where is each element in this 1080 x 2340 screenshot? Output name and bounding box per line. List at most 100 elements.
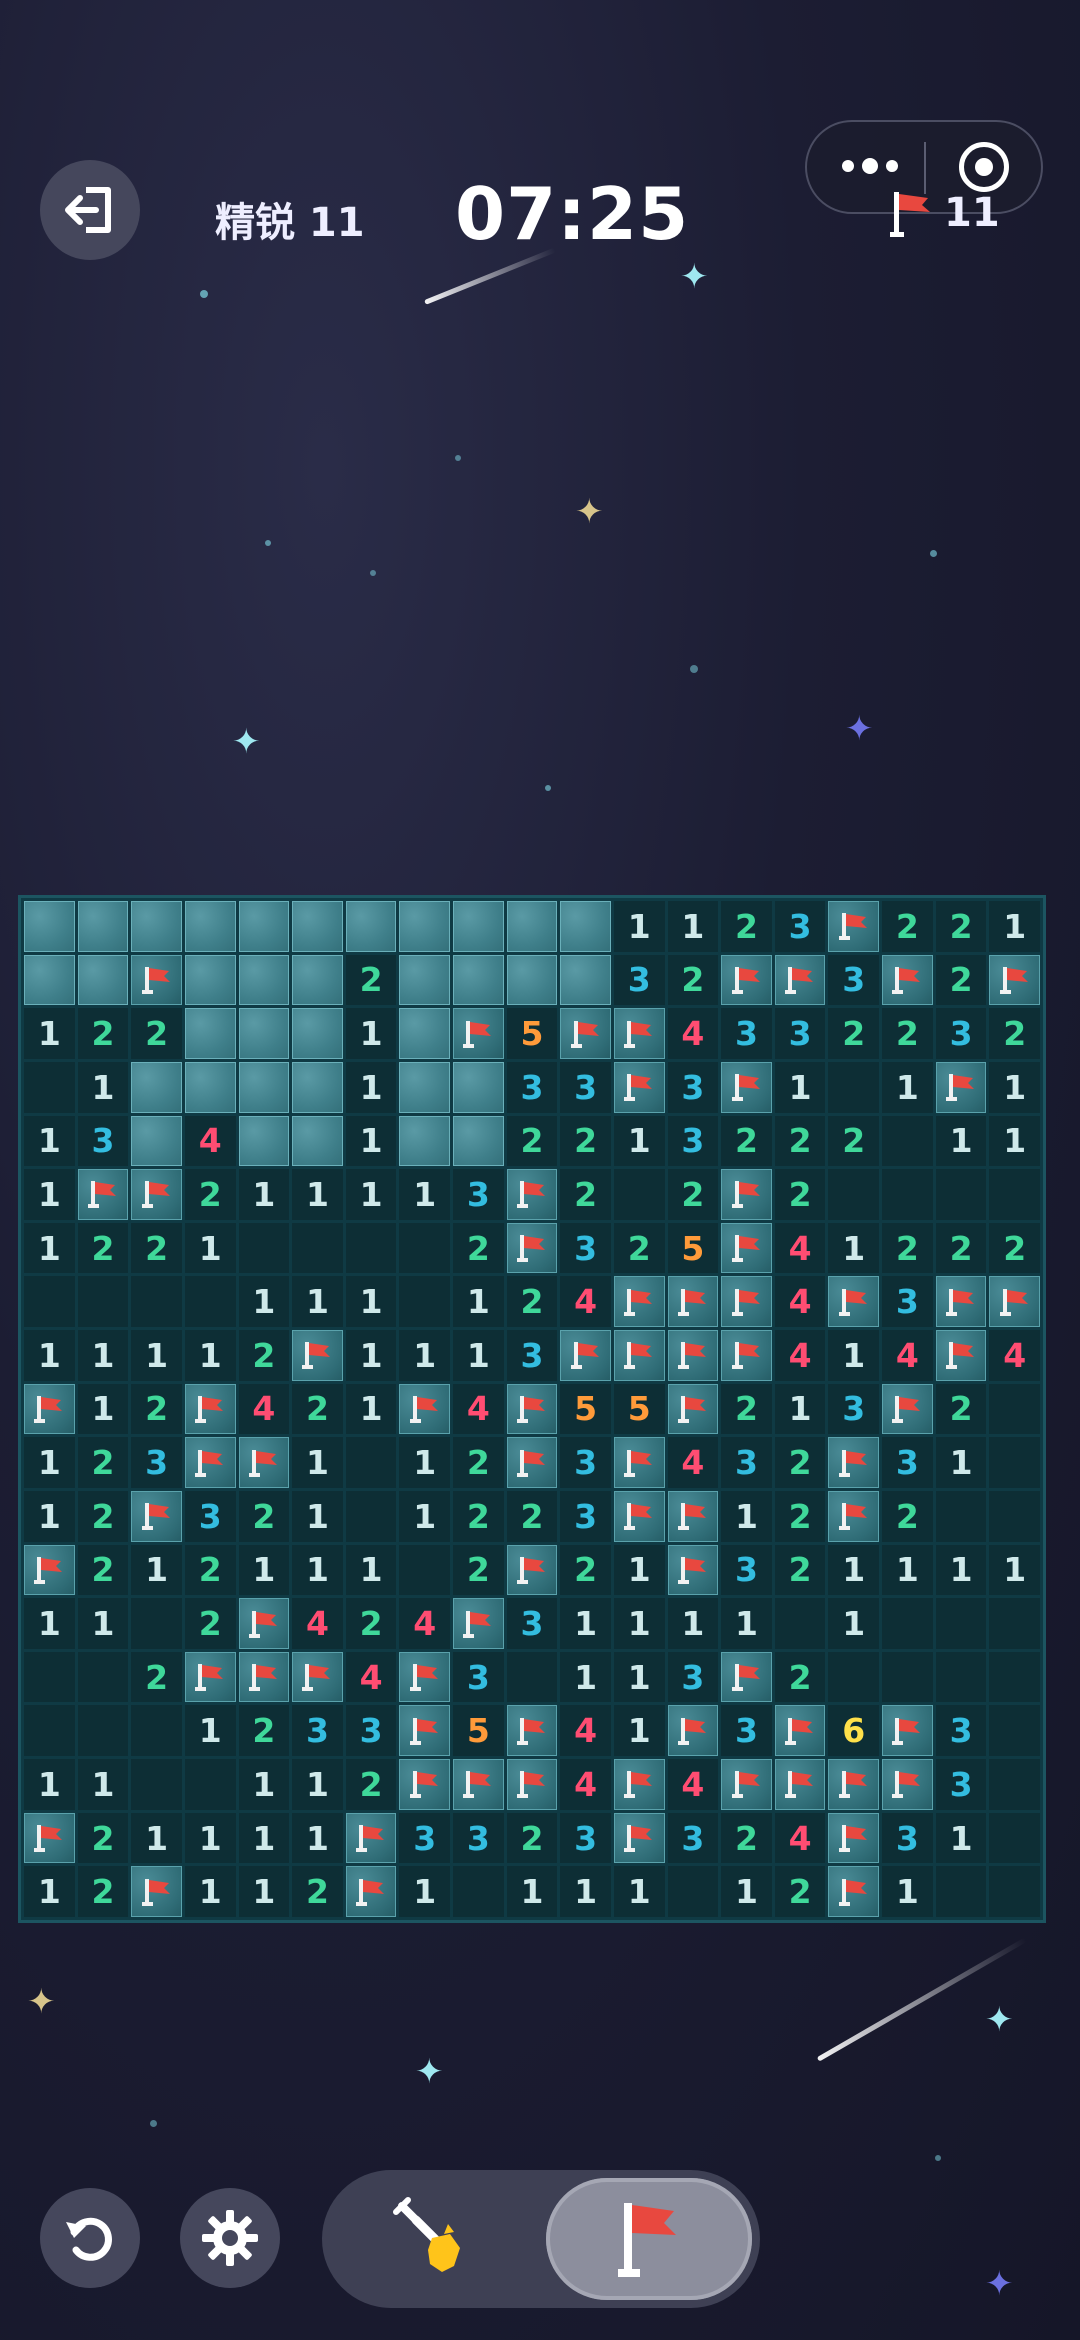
cell-number[interactable]: 2	[882, 901, 933, 952]
cell-empty[interactable]	[828, 1651, 880, 1703]
cell-number[interactable]: 2	[613, 1222, 665, 1274]
cell-number[interactable]: 1	[24, 1115, 75, 1167]
cell-flagged[interactable]	[453, 1759, 504, 1810]
cell-number[interactable]: 3	[774, 901, 826, 952]
cell-number[interactable]: 1	[828, 1598, 880, 1649]
cell-number[interactable]: 3	[560, 1061, 611, 1113]
cell-unrevealed[interactable]	[131, 901, 182, 952]
cell-number[interactable]: 4	[774, 1222, 826, 1274]
cell-flagged[interactable]	[935, 1061, 987, 1113]
cell-number[interactable]: 4	[667, 1759, 719, 1810]
cell-flagged[interactable]	[721, 954, 772, 1006]
cell-number[interactable]: 1	[77, 1598, 129, 1649]
cell-number[interactable]: 2	[238, 1490, 290, 1542]
cell-unrevealed[interactable]	[560, 954, 611, 1006]
cell-flagged[interactable]	[77, 1169, 129, 1220]
cell-number[interactable]: 3	[667, 1651, 719, 1703]
cell-number[interactable]: 1	[774, 1383, 826, 1435]
cell-flagged[interactable]	[667, 1705, 719, 1757]
cell-unrevealed[interactable]	[131, 1061, 182, 1113]
cell-flagged[interactable]	[184, 1383, 236, 1435]
cell-number[interactable]: 1	[184, 1705, 236, 1757]
cell-number[interactable]: 4	[667, 1008, 719, 1059]
cell-flagged[interactable]	[721, 1276, 772, 1328]
cell-unrevealed[interactable]	[399, 1061, 451, 1113]
cell-number[interactable]: 3	[292, 1705, 343, 1757]
cell-empty[interactable]	[506, 1651, 558, 1703]
cell-number[interactable]: 2	[238, 1705, 290, 1757]
cell-empty[interactable]	[935, 1169, 987, 1220]
cell-number[interactable]: 2	[292, 1866, 343, 1917]
cell-flagged[interactable]	[828, 1276, 880, 1328]
cell-number[interactable]: 1	[24, 1169, 75, 1220]
cell-flagged[interactable]	[721, 1169, 772, 1220]
cell-number[interactable]: 4	[560, 1276, 611, 1328]
cell-number[interactable]: 1	[292, 1169, 343, 1220]
cell-empty[interactable]	[24, 1276, 75, 1328]
cell-flagged[interactable]	[613, 1276, 665, 1328]
cell-number[interactable]: 1	[131, 1330, 182, 1381]
cell-number[interactable]: 1	[24, 1437, 75, 1488]
cell-number[interactable]: 1	[77, 1061, 129, 1113]
cell-flagged[interactable]	[989, 1276, 1040, 1328]
cell-number[interactable]: 3	[453, 1169, 504, 1220]
cell-flagged[interactable]	[453, 1598, 504, 1649]
cell-flagged[interactable]	[506, 1437, 558, 1488]
cell-flagged[interactable]	[131, 1169, 182, 1220]
cell-empty[interactable]	[828, 1061, 880, 1113]
cell-empty[interactable]	[989, 1169, 1040, 1220]
cell-flagged[interactable]	[828, 1812, 880, 1864]
cell-flagged[interactable]	[292, 1651, 343, 1703]
cell-unrevealed[interactable]	[292, 1008, 343, 1059]
cell-number[interactable]: 1	[399, 1490, 451, 1542]
cell-number[interactable]: 2	[935, 1222, 987, 1274]
cell-flagged[interactable]	[721, 1759, 772, 1810]
cell-number[interactable]: 1	[292, 1437, 343, 1488]
cell-empty[interactable]	[24, 1061, 75, 1113]
cell-number[interactable]: 5	[560, 1383, 611, 1435]
cell-number[interactable]: 2	[721, 1383, 772, 1435]
cell-number[interactable]: 3	[774, 1008, 826, 1059]
cell-number[interactable]: 1	[399, 1866, 451, 1917]
exit-button[interactable]	[40, 160, 140, 260]
cell-flagged[interactable]	[24, 1544, 75, 1596]
cell-flagged[interactable]	[721, 1330, 772, 1381]
cell-unrevealed[interactable]	[453, 1115, 504, 1167]
cell-empty[interactable]	[935, 1866, 987, 1917]
cell-unrevealed[interactable]	[506, 901, 558, 952]
cell-number[interactable]: 1	[77, 1330, 129, 1381]
cell-number[interactable]: 3	[721, 1437, 772, 1488]
cell-number[interactable]: 1	[560, 1651, 611, 1703]
cell-empty[interactable]	[131, 1705, 182, 1757]
cell-number[interactable]: 2	[882, 1490, 933, 1542]
cell-unrevealed[interactable]	[77, 901, 129, 952]
cell-number[interactable]: 1	[667, 1598, 719, 1649]
cell-number[interactable]: 4	[399, 1598, 451, 1649]
cell-empty[interactable]	[24, 1651, 75, 1703]
cell-number[interactable]: 4	[774, 1330, 826, 1381]
cell-number[interactable]: 1	[345, 1383, 397, 1435]
cell-number[interactable]: 1	[184, 1330, 236, 1381]
cell-number[interactable]: 1	[345, 1008, 397, 1059]
cell-empty[interactable]	[399, 1222, 451, 1274]
cell-number[interactable]: 2	[184, 1544, 236, 1596]
cell-unrevealed[interactable]	[238, 1008, 290, 1059]
cell-number[interactable]: 6	[828, 1705, 880, 1757]
cell-unrevealed[interactable]	[292, 1061, 343, 1113]
cell-empty[interactable]	[882, 1598, 933, 1649]
cell-number[interactable]: 2	[292, 1383, 343, 1435]
cell-flagged[interactable]	[506, 1544, 558, 1596]
cell-number[interactable]: 1	[667, 901, 719, 952]
cell-number[interactable]: 3	[667, 1061, 719, 1113]
cell-flagged[interactable]	[613, 1490, 665, 1542]
cell-number[interactable]: 1	[989, 1544, 1040, 1596]
cell-unrevealed[interactable]	[292, 954, 343, 1006]
cell-number[interactable]: 2	[77, 1490, 129, 1542]
cell-number[interactable]: 3	[506, 1061, 558, 1113]
cell-number[interactable]: 2	[184, 1598, 236, 1649]
cell-number[interactable]: 1	[345, 1061, 397, 1113]
cell-number[interactable]: 3	[560, 1490, 611, 1542]
cell-number[interactable]: 2	[506, 1490, 558, 1542]
cell-number[interactable]: 2	[77, 1008, 129, 1059]
cell-number[interactable]: 3	[828, 1383, 880, 1435]
